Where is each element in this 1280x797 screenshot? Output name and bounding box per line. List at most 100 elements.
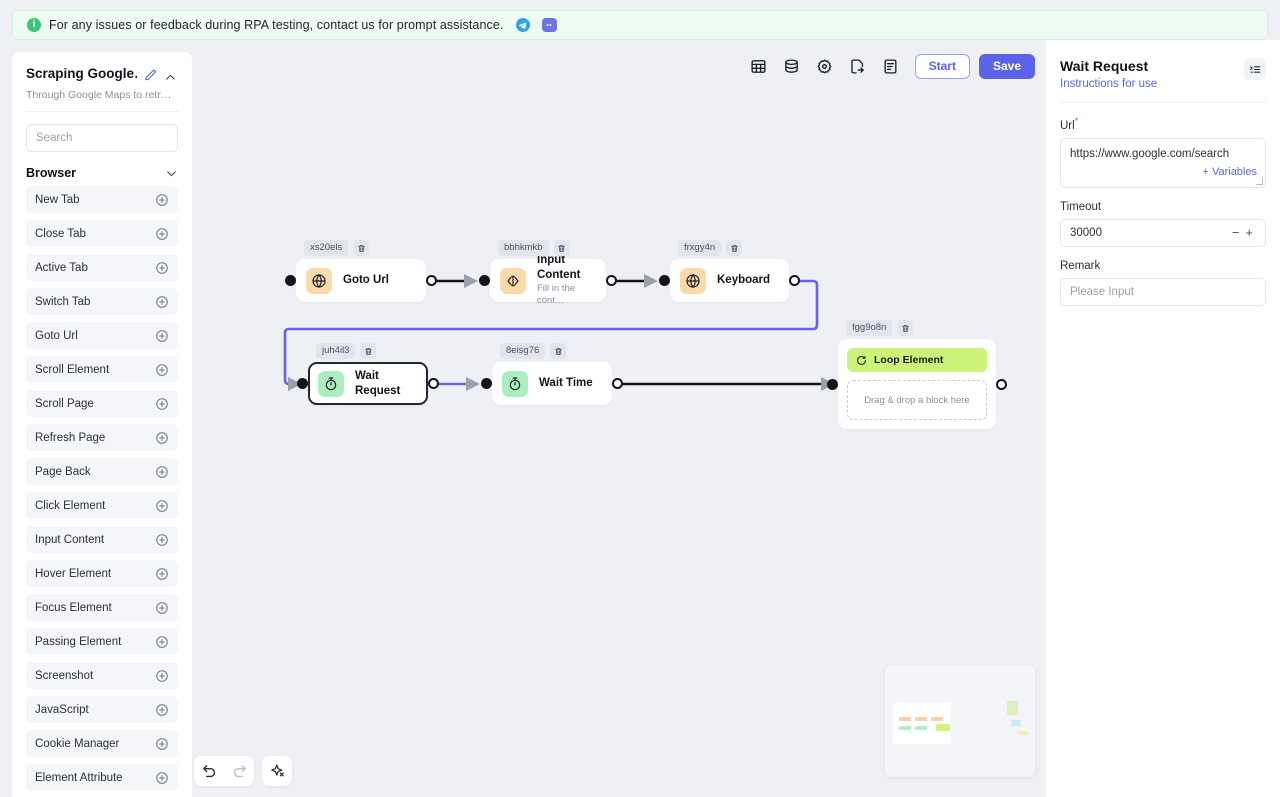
discord-link[interactable]	[541, 18, 557, 32]
redo-icon[interactable]	[224, 756, 254, 786]
globe-icon	[306, 267, 332, 294]
minimap[interactable]	[885, 665, 1035, 777]
trash-icon[interactable]	[353, 240, 370, 256]
sidebar-item-hover-element[interactable]: Hover Element	[26, 560, 178, 587]
sidebar-item-screenshot[interactable]: Screenshot	[26, 662, 178, 689]
trash-icon[interactable]	[897, 320, 914, 336]
timeout-stepper[interactable]: 30000 − +	[1060, 218, 1266, 247]
trash-icon[interactable]	[726, 240, 743, 256]
node-body[interactable]: Wait Request	[308, 362, 428, 405]
sidebar-item-element-attribute[interactable]: Element Attribute	[26, 764, 178, 791]
port-out[interactable]	[612, 378, 623, 389]
port-in[interactable]	[479, 275, 490, 286]
sidebar-group-browser[interactable]: Browser	[12, 152, 192, 186]
table-icon[interactable]	[744, 51, 774, 81]
plus-circle-icon[interactable]	[155, 295, 169, 309]
node-keyboard[interactable]: frxgy4n Keyboard	[659, 240, 800, 302]
plus-circle-icon[interactable]	[155, 635, 169, 649]
sidebar-item-refresh-page[interactable]: Refresh Page	[26, 424, 178, 451]
workflow-canvas[interactable]: Start Save xs20els Goto Url bbhkmkb Inpu…	[192, 40, 1046, 797]
instructions-link[interactable]: Instructions for use	[1060, 78, 1157, 90]
port-in[interactable]	[827, 379, 838, 390]
plus-circle-icon[interactable]	[155, 397, 169, 411]
sidebar-item-click-element[interactable]: Click Element	[26, 492, 178, 519]
port-out[interactable]	[606, 275, 617, 286]
node-body[interactable]: Keyboard	[670, 259, 789, 302]
node-goto-url[interactable]: xs20els Goto Url	[285, 240, 437, 302]
sidebar-item-new-tab[interactable]: New Tab	[26, 186, 178, 213]
sidebar-item-page-back[interactable]: Page Back	[26, 458, 178, 485]
node-wait-request[interactable]: juh4il3 Wait Request	[297, 343, 439, 405]
save-button[interactable]: Save	[978, 53, 1035, 79]
port-out[interactable]	[789, 275, 800, 286]
trash-icon[interactable]	[550, 343, 567, 359]
sidebar-item-label: Passing Element	[35, 635, 122, 648]
plus-circle-icon[interactable]	[155, 227, 169, 241]
add-variables-button[interactable]: + Variables	[1198, 164, 1257, 181]
sidebar-item-switch-tab[interactable]: Switch Tab	[26, 288, 178, 315]
port-in[interactable]	[481, 378, 492, 389]
database-icon[interactable]	[777, 51, 807, 81]
plus-circle-icon[interactable]	[155, 771, 169, 785]
panel-divider	[1060, 102, 1266, 103]
plus-circle-icon[interactable]	[155, 465, 169, 479]
port-out[interactable]	[426, 275, 437, 286]
resize-handle-icon[interactable]	[1256, 177, 1263, 185]
export-file-icon[interactable]	[843, 51, 873, 81]
node-loop-element[interactable]: fgg9o8n Loop Element Drag & drop a block…	[827, 320, 1007, 429]
plus-circle-icon[interactable]	[155, 737, 169, 751]
start-button[interactable]: Start	[914, 53, 970, 79]
trash-icon[interactable]	[553, 240, 570, 256]
remark-input[interactable]	[1060, 277, 1266, 306]
port-in[interactable]	[659, 275, 670, 286]
sidebar-item-label: Switch Tab	[35, 295, 91, 308]
port-out[interactable]	[428, 378, 439, 389]
sidebar-item-passing-element[interactable]: Passing Element	[26, 628, 178, 655]
plus-circle-icon[interactable]	[155, 533, 169, 547]
pencil-icon[interactable]	[143, 67, 158, 82]
undo-icon[interactable]	[194, 756, 224, 786]
plus-circle-icon[interactable]	[155, 669, 169, 683]
sidebar-item-goto-url[interactable]: Goto Url	[26, 322, 178, 349]
sidebar-item-cookie-manager[interactable]: Cookie Manager	[26, 730, 178, 757]
sidebar-item-label: Refresh Page	[35, 431, 106, 444]
plus-circle-icon[interactable]	[155, 601, 169, 615]
node-body[interactable]: Input Content Fill in the cont…	[490, 254, 606, 306]
document-icon[interactable]	[876, 51, 906, 81]
plus-circle-icon[interactable]	[155, 261, 169, 275]
loop-body[interactable]: Loop Element Drag & drop a block here	[838, 339, 996, 429]
plus-circle-icon[interactable]	[155, 703, 169, 717]
loop-dropzone[interactable]: Drag & drop a block here	[847, 380, 987, 420]
sidebar-item-scroll-element[interactable]: Scroll Element	[26, 356, 178, 383]
sidebar-item-focus-element[interactable]: Focus Element	[26, 594, 178, 621]
plus-circle-icon[interactable]	[155, 193, 169, 207]
plus-circle-icon[interactable]	[155, 431, 169, 445]
port-in[interactable]	[297, 378, 308, 389]
chevron-up-icon[interactable]	[164, 71, 178, 85]
sidebar-item-input-content[interactable]: Input Content	[26, 526, 178, 553]
sidebar-item-scroll-page[interactable]: Scroll Page	[26, 390, 178, 417]
plus-circle-icon[interactable]	[155, 567, 169, 581]
port-in[interactable]	[285, 275, 296, 286]
timeout-increment-button[interactable]: +	[1242, 226, 1256, 239]
sidebar-item-active-tab[interactable]: Active Tab	[26, 254, 178, 281]
port-out[interactable]	[996, 379, 1007, 390]
node-body[interactable]: Wait Time	[492, 362, 612, 405]
trash-icon[interactable]	[360, 343, 377, 359]
node-wait-time[interactable]: 8eisg76 Wait Time	[481, 343, 623, 405]
list-settings-icon[interactable]	[1244, 58, 1266, 80]
plus-circle-icon[interactable]	[155, 499, 169, 513]
telegram-link[interactable]	[515, 18, 530, 32]
sidebar-item-close-tab[interactable]: Close Tab	[26, 220, 178, 247]
search-input[interactable]	[26, 124, 178, 152]
url-field[interactable]: https://www.google.com/search + Variable…	[1060, 137, 1266, 188]
sidebar-item-javascript[interactable]: JavaScript	[26, 696, 178, 723]
plus-circle-icon[interactable]	[155, 329, 169, 343]
node-body[interactable]: Goto Url	[296, 259, 426, 302]
auto-layout-icon[interactable]	[262, 756, 292, 786]
node-description: Fill in the cont…	[537, 283, 576, 307]
plus-circle-icon[interactable]	[155, 363, 169, 377]
node-input-content[interactable]: bbhkmkb Input Content Fill in the cont…	[479, 240, 617, 306]
gear-icon[interactable]	[810, 51, 840, 81]
timeout-decrement-button[interactable]: −	[1229, 226, 1243, 239]
